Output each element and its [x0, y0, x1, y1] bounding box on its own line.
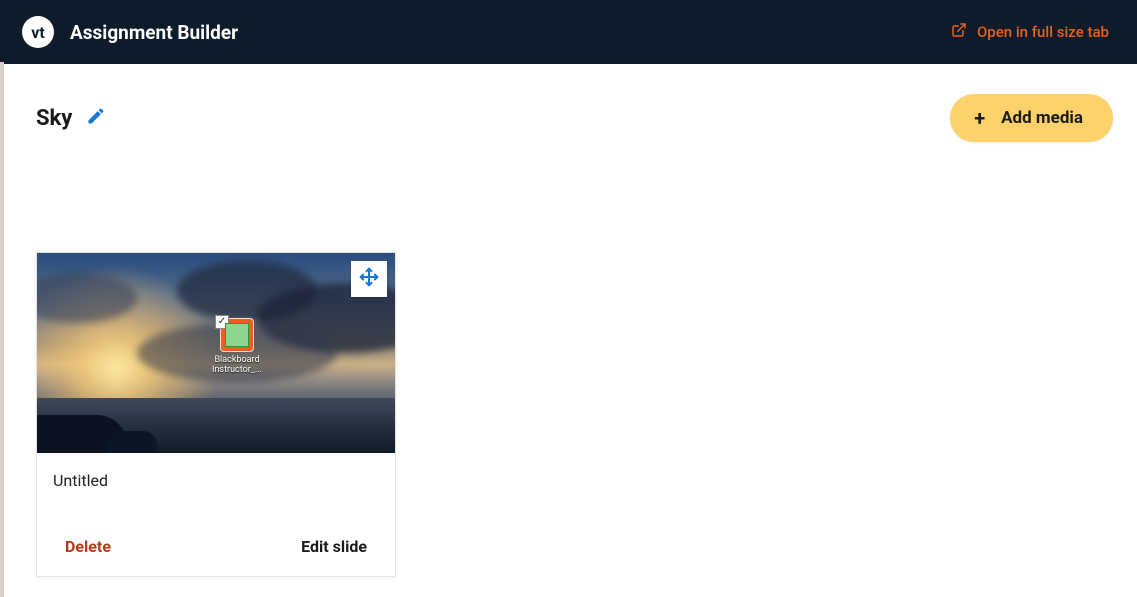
delete-slide-button[interactable]: Delete [65, 537, 111, 556]
file-icon: ✓ [220, 318, 254, 352]
content-area: Sky + Add media [4, 64, 1137, 577]
desktop-file-icon: ✓ Blackboard Instructor_... [207, 318, 267, 376]
slide-actions: Delete Edit slide [37, 521, 395, 576]
external-link-icon [951, 22, 967, 42]
move-icon [359, 267, 379, 291]
pencil-icon [86, 111, 106, 130]
add-media-button[interactable]: + Add media [950, 94, 1113, 142]
add-media-label: Add media [1001, 108, 1083, 128]
edit-slide-button[interactable]: Edit slide [301, 537, 367, 556]
plus-icon: + [974, 108, 985, 128]
vt-logo: vt [22, 16, 54, 48]
app-header: vt Assignment Builder Open in full size … [0, 0, 1137, 64]
edit-title-button[interactable] [86, 106, 106, 130]
move-slide-handle[interactable] [351, 261, 387, 297]
title-row: Sky + Add media [36, 94, 1113, 142]
open-full-size-label: Open in full size tab [977, 23, 1109, 41]
rock [107, 431, 157, 453]
open-full-size-link[interactable]: Open in full size tab [951, 22, 1109, 42]
slide-title: Untitled [53, 471, 379, 490]
slide-card: ✓ Blackboard Instructor_... [36, 252, 396, 577]
header-left: vt Assignment Builder [22, 16, 238, 48]
project-title: Sky [36, 106, 72, 131]
app-title: Assignment Builder [70, 21, 238, 44]
slide-body: Untitled [37, 453, 395, 521]
desktop-icon-label: Blackboard Instructor_... [207, 356, 267, 376]
title-left: Sky [36, 106, 106, 131]
slide-thumbnail[interactable]: ✓ Blackboard Instructor_... [37, 253, 395, 453]
